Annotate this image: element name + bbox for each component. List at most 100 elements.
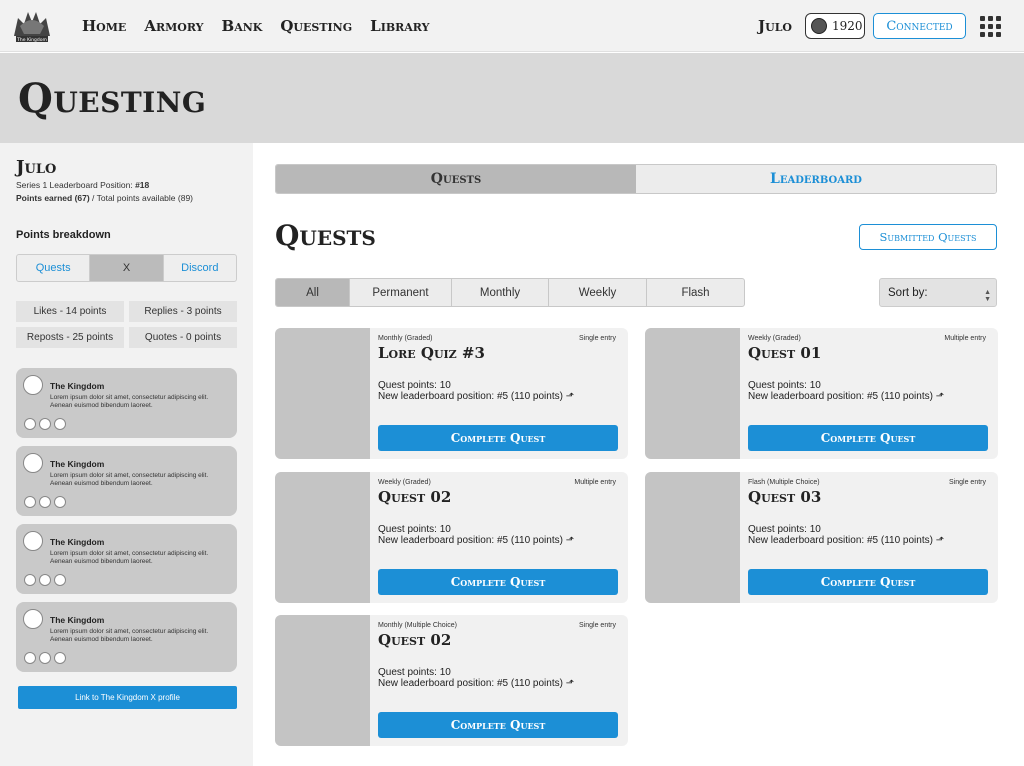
x-post[interactable]: The Kingdom Lorem ipsum dolor sit amet, … xyxy=(16,446,237,516)
reply-action-icon[interactable] xyxy=(39,418,51,430)
main-tabs: Quests Leaderboard xyxy=(275,164,997,194)
arrow-up-icon: ⬏ xyxy=(565,535,575,546)
section-title: Quests xyxy=(275,219,376,252)
kingdom-logo-icon[interactable]: The Kingdom xyxy=(10,6,54,46)
filter-flash[interactable]: Flash xyxy=(647,279,744,306)
repost-action-icon[interactable] xyxy=(54,652,66,664)
sidebar: Julo Series 1 Leaderboard Position: #18 … xyxy=(0,143,253,766)
post-actions xyxy=(24,574,66,586)
stat-quotes: Quotes - 0 points xyxy=(129,327,237,348)
post-author: The Kingdom xyxy=(50,459,105,469)
like-action-icon[interactable] xyxy=(24,652,36,664)
quest-new-position: New leaderboard position: #5 (110 points… xyxy=(748,535,945,546)
quest-image xyxy=(275,328,370,459)
reply-action-icon[interactable] xyxy=(39,496,51,508)
quest-points: Quest points: 10 xyxy=(378,524,451,535)
filter-monthly[interactable]: Monthly xyxy=(452,279,549,306)
quest-new-position: New leaderboard position: #5 (110 points… xyxy=(378,391,575,402)
tab-x[interactable]: X xyxy=(90,255,164,281)
like-action-icon[interactable] xyxy=(24,418,36,430)
quest-category: Weekly (Graded) xyxy=(378,479,431,486)
quest-entry-type: Single entry xyxy=(579,335,616,342)
quest-points: Quest points: 10 xyxy=(378,380,451,391)
coin-icon xyxy=(811,18,827,34)
post-actions xyxy=(24,418,66,430)
quest-entry-type: Multiple entry xyxy=(944,335,986,342)
quest-title: Lore Quiz #3 xyxy=(378,344,485,362)
complete-quest-button[interactable]: Complete Quest xyxy=(378,569,618,595)
quest-image xyxy=(645,472,740,603)
avatar xyxy=(23,375,43,395)
tab-quests-main[interactable]: Quests xyxy=(276,165,636,193)
nav-armory[interactable]: Armory xyxy=(144,17,203,35)
quest-points: Quest points: 10 xyxy=(748,380,821,391)
x-post[interactable]: The Kingdom Lorem ipsum dolor sit amet, … xyxy=(16,368,237,438)
main-nav: Home Armory Bank Questing Library xyxy=(82,17,429,35)
nav-home[interactable]: Home xyxy=(82,17,126,35)
post-body: Lorem ipsum dolor sit amet, consectetur … xyxy=(50,550,209,565)
arrow-up-icon: ⬏ xyxy=(565,678,575,689)
submitted-quests-button[interactable]: Submitted Quests xyxy=(859,224,997,250)
apps-grid-icon[interactable] xyxy=(980,16,1001,37)
nav-bank[interactable]: Bank xyxy=(222,17,263,35)
stat-replies: Replies - 3 points xyxy=(129,301,237,322)
like-action-icon[interactable] xyxy=(24,574,36,586)
quest-points: Quest points: 10 xyxy=(748,524,821,535)
filter-all[interactable]: All xyxy=(276,279,350,306)
sort-select[interactable]: Sort by: ▲ ▼ xyxy=(879,278,997,307)
quest-image xyxy=(645,328,740,459)
filter-weekly[interactable]: Weekly xyxy=(549,279,647,306)
points-breakdown-title: Points breakdown xyxy=(16,229,111,241)
profile-name: Julo xyxy=(16,157,57,178)
quest-card: Monthly (Multiple Choice) Single entry Q… xyxy=(275,615,628,746)
repost-action-icon[interactable] xyxy=(54,574,66,586)
page-title: Questing xyxy=(18,75,207,122)
tab-discord[interactable]: Discord xyxy=(164,255,236,281)
sort-label: Sort by: xyxy=(888,286,928,299)
like-action-icon[interactable] xyxy=(24,496,36,508)
nav-questing[interactable]: Questing xyxy=(280,17,352,35)
post-actions xyxy=(24,652,66,664)
connected-button[interactable]: Connected xyxy=(873,13,966,39)
complete-quest-button[interactable]: Complete Quest xyxy=(378,425,618,451)
quest-image xyxy=(275,615,370,746)
nav-library[interactable]: Library xyxy=(370,17,429,35)
repost-action-icon[interactable] xyxy=(54,418,66,430)
avatar xyxy=(23,531,43,551)
quest-card: Weekly (Graded) Multiple entry Quest 01 … xyxy=(645,328,998,459)
filter-permanent[interactable]: Permanent xyxy=(350,279,452,306)
quest-new-position: New leaderboard position: #5 (110 points… xyxy=(378,535,575,546)
complete-quest-button[interactable]: Complete Quest xyxy=(748,569,988,595)
avatar xyxy=(23,453,43,473)
quest-title: Quest 01 xyxy=(748,344,822,362)
quest-filters: All Permanent Monthly Weekly Flash xyxy=(275,278,745,307)
user-name[interactable]: Julo xyxy=(758,17,792,35)
tab-leaderboard[interactable]: Leaderboard xyxy=(636,165,996,193)
quest-new-position: New leaderboard position: #5 (110 points… xyxy=(378,678,575,689)
stat-reposts: Reposts - 25 points xyxy=(16,327,124,348)
quest-new-position: New leaderboard position: #5 (110 points… xyxy=(748,391,945,402)
post-body: Lorem ipsum dolor sit amet, consectetur … xyxy=(50,472,209,487)
top-nav-bar: The Kingdom Home Armory Bank Questing Li… xyxy=(0,0,1024,52)
reply-action-icon[interactable] xyxy=(39,574,51,586)
reply-action-icon[interactable] xyxy=(39,652,51,664)
complete-quest-button[interactable]: Complete Quest xyxy=(378,712,618,738)
x-post[interactable]: The Kingdom Lorem ipsum dolor sit amet, … xyxy=(16,524,237,594)
points-summary: Points earned (67) / Total points availa… xyxy=(16,193,194,203)
tab-quests[interactable]: Quests xyxy=(17,255,91,281)
arrow-up-icon: ⬏ xyxy=(935,535,945,546)
x-post[interactable]: The Kingdom Lorem ipsum dolor sit amet, … xyxy=(16,602,237,672)
quest-entry-type: Multiple entry xyxy=(574,479,616,486)
complete-quest-button[interactable]: Complete Quest xyxy=(748,425,988,451)
quest-image xyxy=(275,472,370,603)
quest-entry-type: Single entry xyxy=(949,479,986,486)
quest-title: Quest 03 xyxy=(748,488,822,506)
coin-amount: 1920 xyxy=(832,19,863,33)
coin-balance[interactable]: 1920 xyxy=(805,13,865,39)
quest-category: Flash (Multiple Choice) xyxy=(748,479,820,486)
repost-action-icon[interactable] xyxy=(54,496,66,508)
post-author: The Kingdom xyxy=(50,381,105,391)
quest-card: Monthly (Graded) Single entry Lore Quiz … xyxy=(275,328,628,459)
x-profile-link-button[interactable]: Link to The Kingdom X profile xyxy=(18,686,237,709)
quest-points: Quest points: 10 xyxy=(378,667,451,678)
